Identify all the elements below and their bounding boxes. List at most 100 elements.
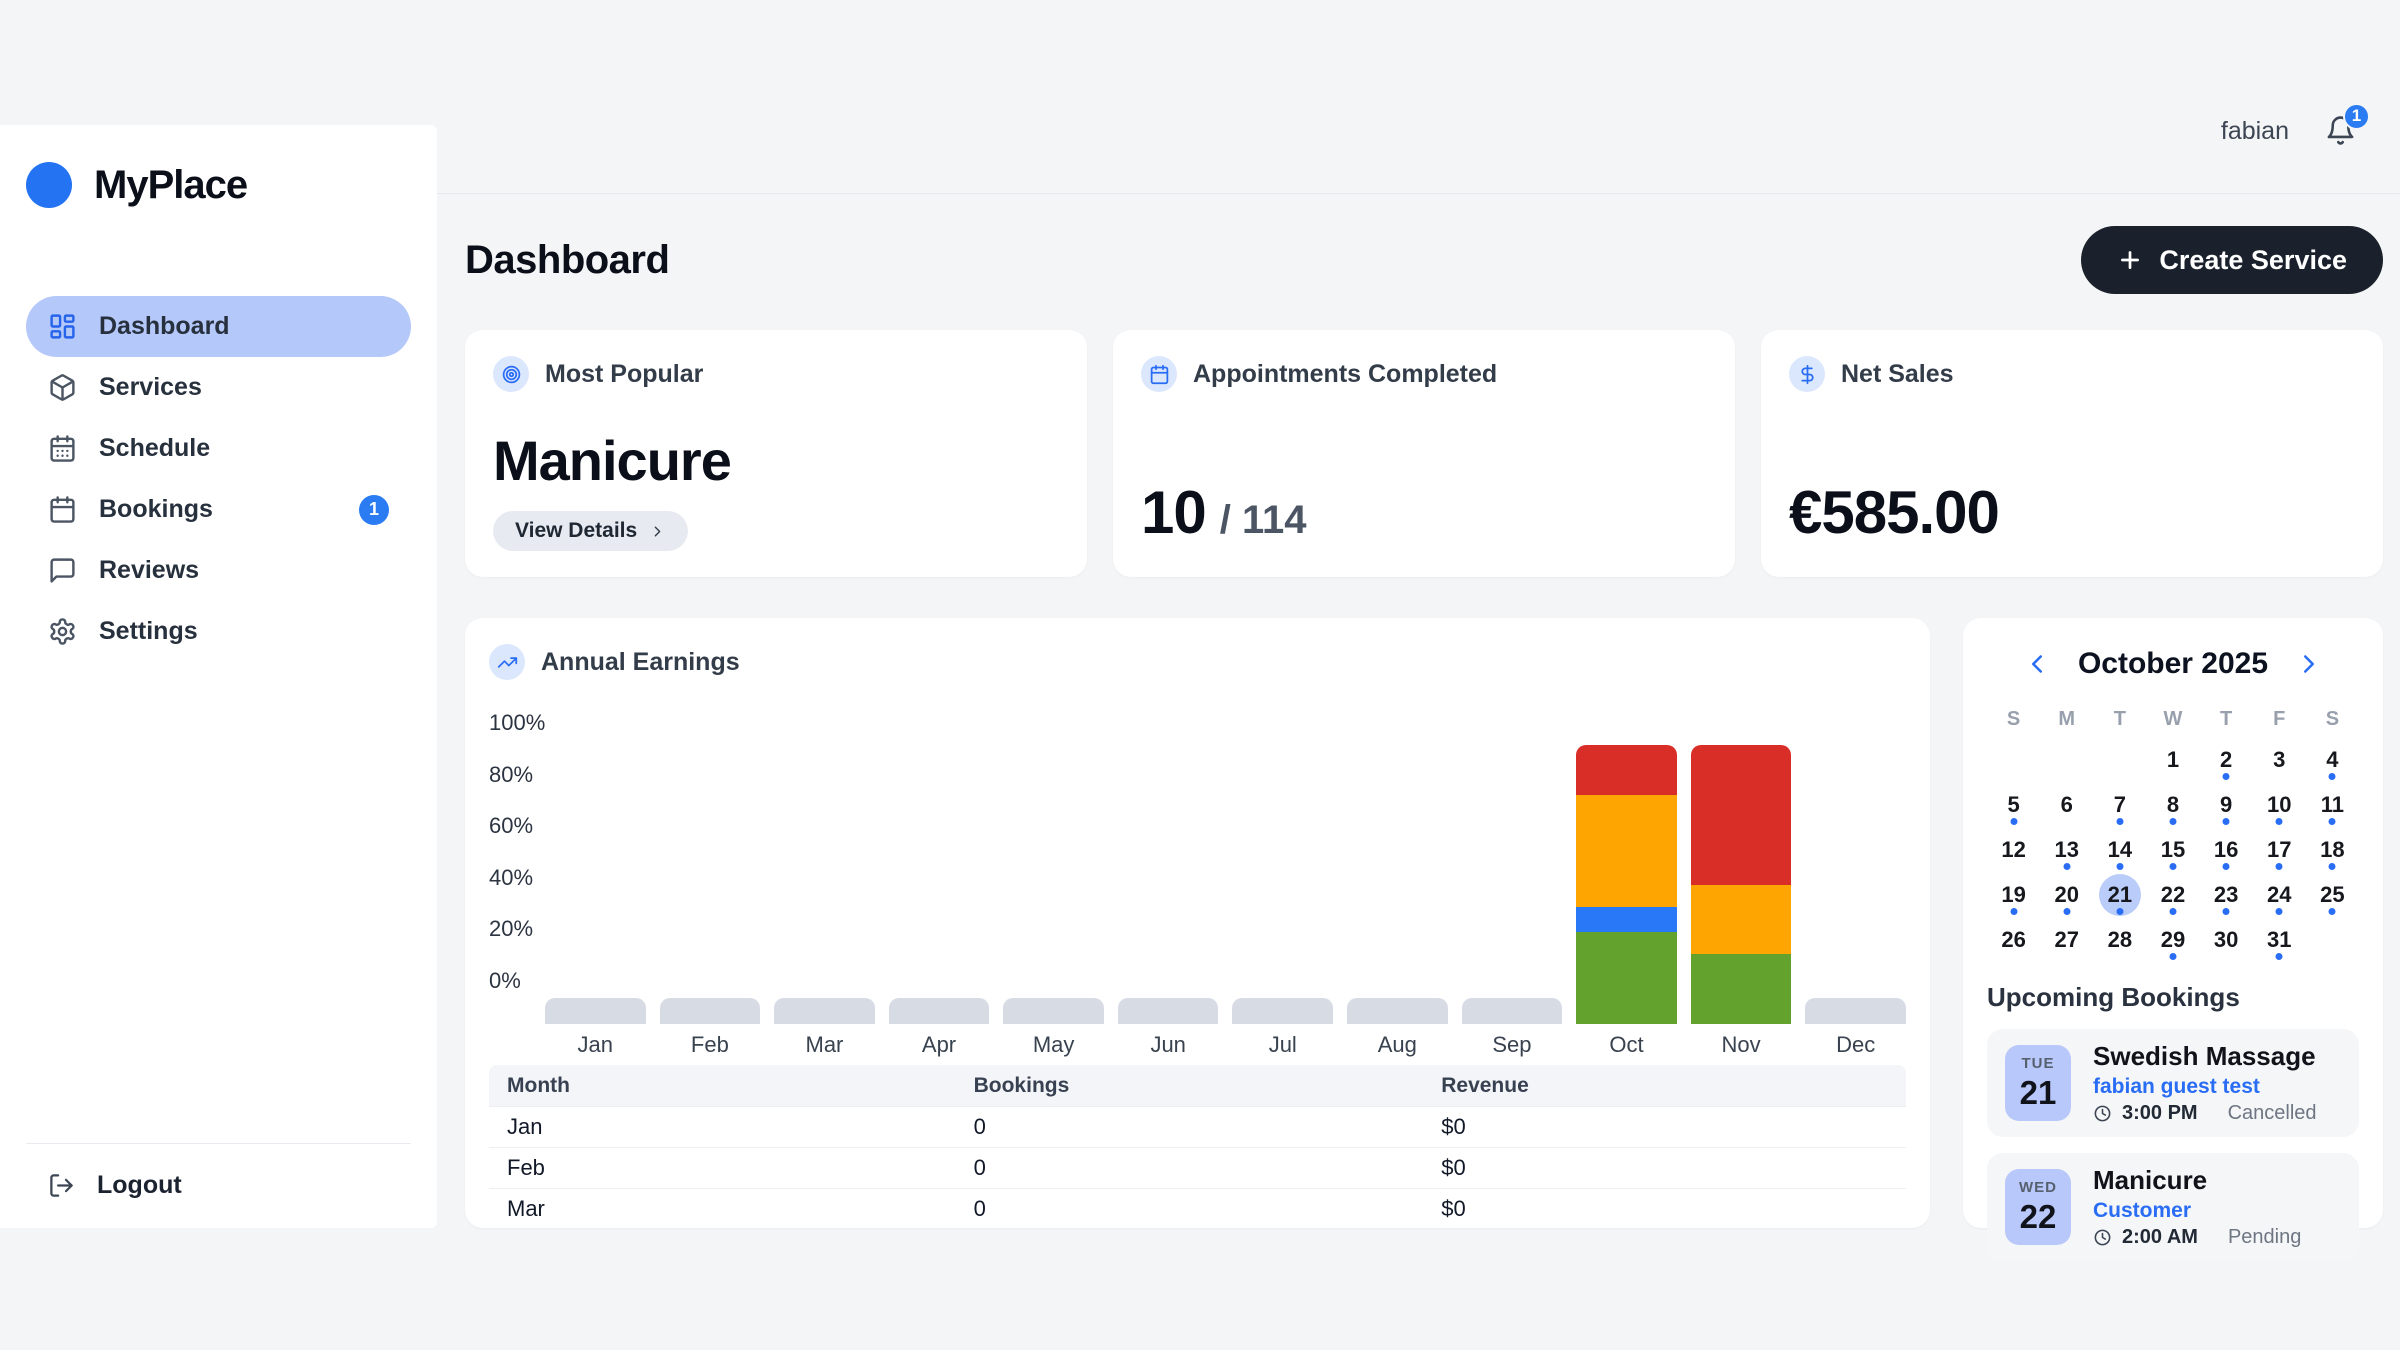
- booking-customer-link[interactable]: fabian guest test: [2093, 1075, 2317, 1099]
- column-header-month: Month: [489, 1074, 974, 1098]
- empty-month-stub: [889, 998, 990, 1024]
- table-row: Jan0$0: [489, 1106, 1906, 1147]
- sidebar-item-label: Schedule: [99, 434, 210, 463]
- calendar-day-31[interactable]: 31: [2253, 917, 2306, 962]
- sidebar-item-dashboard[interactable]: Dashboard: [26, 296, 411, 357]
- booking-day-of-week: WED: [2019, 1179, 2057, 1196]
- calendar-day-23[interactable]: 23: [2200, 872, 2253, 917]
- calendar-next-button[interactable]: [2294, 649, 2324, 679]
- calendar-day-1[interactable]: 1: [2146, 737, 2199, 782]
- stacked-bar-oct: [1576, 745, 1677, 1024]
- calendar-day-6[interactable]: 6: [2040, 782, 2093, 827]
- booking-dot: [2276, 863, 2283, 870]
- calendar-day-13[interactable]: 13: [2040, 827, 2093, 872]
- stat-card-label: Net Sales: [1841, 360, 1954, 389]
- calendar-day-3[interactable]: 3: [2253, 737, 2306, 782]
- day-of-week-label: M: [2040, 708, 2093, 731]
- booking-card[interactable]: WED22ManicureCustomer2:00 AMPending: [1987, 1153, 2359, 1261]
- calendar-day-5[interactable]: 5: [1987, 782, 2040, 827]
- sidebar-bottom: Logout: [0, 1143, 437, 1228]
- calendar-title: October 2025: [2078, 647, 2268, 681]
- booking-dot: [2116, 908, 2123, 915]
- earnings-table-header: MonthBookingsRevenue: [489, 1065, 1906, 1106]
- calendar-day-22[interactable]: 22: [2146, 872, 2199, 917]
- calendar-day-17[interactable]: 17: [2253, 827, 2306, 872]
- day-number: 8: [2167, 792, 2179, 818]
- stat-card-head: Appointments Completed: [1141, 356, 1707, 392]
- table-row: Mar0$0: [489, 1188, 1906, 1228]
- page-title: Dashboard: [465, 238, 669, 283]
- booking-card[interactable]: TUE21Swedish Massagefabian guest test3:0…: [1987, 1029, 2359, 1137]
- day-number: 26: [2001, 927, 2025, 953]
- calendar-day-empty: [2306, 917, 2359, 962]
- calendar-day-18[interactable]: 18: [2306, 827, 2359, 872]
- calendar-day-27[interactable]: 27: [2040, 917, 2093, 962]
- calendar-day-4[interactable]: 4: [2306, 737, 2359, 782]
- calendar-day-empty: [1987, 737, 2040, 782]
- calendar-day-11[interactable]: 11: [2306, 782, 2359, 827]
- calendar-day-30[interactable]: 30: [2200, 917, 2253, 962]
- booking-dot: [2010, 908, 2017, 915]
- logout-button[interactable]: Logout: [26, 1158, 411, 1212]
- calendar-grid: 1234567891011121314151617181920212223242…: [1987, 737, 2359, 962]
- bar-slot-jun: [1118, 745, 1219, 1024]
- calendar-day-15[interactable]: 15: [2146, 827, 2199, 872]
- booking-dot: [2169, 863, 2176, 870]
- view-details-button[interactable]: View Details: [493, 511, 688, 551]
- segment-blue: [1576, 907, 1677, 932]
- calendar-day-10[interactable]: 10: [2253, 782, 2306, 827]
- empty-month-stub: [1003, 998, 1104, 1024]
- day-of-week-label: S: [1987, 708, 2040, 731]
- calendar-day-12[interactable]: 12: [1987, 827, 2040, 872]
- upcoming-bookings-title: Upcoming Bookings: [1987, 982, 2359, 1013]
- segment-green: [1576, 932, 1677, 1024]
- chevron-right-icon: [649, 523, 666, 540]
- day-number: 16: [2214, 837, 2238, 863]
- calendar-day-25[interactable]: 25: [2306, 872, 2359, 917]
- calendar-day-28[interactable]: 28: [2093, 917, 2146, 962]
- calendar-day-20[interactable]: 20: [2040, 872, 2093, 917]
- calendar-day-8[interactable]: 8: [2146, 782, 2199, 827]
- sidebar-item-bookings[interactable]: Bookings1: [26, 479, 411, 540]
- y-tick-label: 80%: [489, 763, 545, 787]
- x-tick-label: Jul: [1232, 1032, 1333, 1058]
- view-details-label: View Details: [515, 519, 637, 543]
- stat-total: / 114: [1220, 498, 1307, 543]
- calendar-prev-button[interactable]: [2022, 649, 2052, 679]
- calendar-day-7[interactable]: 7: [2093, 782, 2146, 827]
- booking-dot: [2169, 818, 2176, 825]
- brand-name: MyPlace: [94, 163, 247, 208]
- empty-month-stub: [660, 998, 761, 1024]
- calendar-day-16[interactable]: 16: [2200, 827, 2253, 872]
- stat-card-most-popular: Most PopularManicureView Details: [465, 330, 1087, 577]
- booking-time: 2:00 AM: [2122, 1226, 2198, 1249]
- sidebar: MyPlace DashboardServices Schedule Booking…: [0, 125, 437, 1228]
- sidebar-item-reviews[interactable]: Reviews: [26, 540, 411, 601]
- bar-slot-aug: [1347, 745, 1448, 1024]
- sidebar-item-services[interactable]: Services: [26, 357, 411, 418]
- notifications-button[interactable]: 1: [2325, 115, 2356, 149]
- booking-customer-link[interactable]: Customer: [2093, 1199, 2301, 1223]
- booking-status: Cancelled: [2228, 1102, 2317, 1125]
- calendar-day-24[interactable]: 24: [2253, 872, 2306, 917]
- calendar-day-14[interactable]: 14: [2093, 827, 2146, 872]
- package-icon: [48, 373, 77, 402]
- create-service-button[interactable]: Create Service: [2081, 226, 2383, 294]
- day-number: 10: [2267, 792, 2291, 818]
- bar-slot-mar: [774, 745, 875, 1024]
- booking-dot: [2169, 908, 2176, 915]
- sidebar-item-settings[interactable]: Settings: [26, 601, 411, 662]
- calendar-day-21[interactable]: 21: [2093, 872, 2146, 917]
- calendar-day-29[interactable]: 29: [2146, 917, 2199, 962]
- stacked-bar-nov: [1691, 745, 1792, 1024]
- column-header-revenue: Revenue: [1441, 1074, 1906, 1098]
- calendar-day-9[interactable]: 9: [2200, 782, 2253, 827]
- day-of-week-label: F: [2253, 708, 2306, 731]
- calendar-icon: [48, 495, 77, 524]
- calendar-day-19[interactable]: 19: [1987, 872, 2040, 917]
- segment-orange: [1576, 795, 1677, 907]
- calendar-day-26[interactable]: 26: [1987, 917, 2040, 962]
- day-number: 5: [2007, 792, 2019, 818]
- calendar-day-2[interactable]: 2: [2200, 737, 2253, 782]
- sidebar-item-schedule[interactable]: Schedule: [26, 418, 411, 479]
